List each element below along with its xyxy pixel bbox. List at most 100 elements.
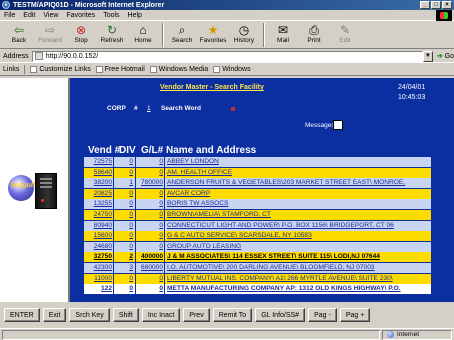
include-inactive-button[interactable]: Inc Inact xyxy=(141,308,181,322)
vend-cell[interactable]: 38200 xyxy=(84,178,113,189)
menu-tools[interactable]: Tools xyxy=(103,12,119,19)
link-windows-media[interactable]: Windows Media xyxy=(149,66,208,73)
gl-cell[interactable]: 680000 xyxy=(136,262,164,273)
name-cell[interactable]: METTA MANUFACTURING COMPANY AP: 1312 OLD… xyxy=(165,284,431,295)
page-up-button[interactable]: Pag - xyxy=(308,308,337,322)
div-cell[interactable]: 0 xyxy=(114,188,135,199)
gl-info-button[interactable]: GL Info/SS# xyxy=(255,308,306,322)
link-windows[interactable]: Windows xyxy=(213,66,251,73)
exit-button[interactable]: Exit xyxy=(42,308,67,322)
messages-checkbox[interactable] xyxy=(333,120,343,130)
remit-to-button[interactable]: Remit To xyxy=(212,308,253,322)
name-cell[interactable]: G & C AUTO SERVICE\ SCARSDALE, NY 10583 xyxy=(165,231,431,242)
name-cell[interactable]: ANDERSON FRUITS & VEGETABLES\203 MARKET … xyxy=(165,178,431,189)
name-cell[interactable]: LIBERTY MUTUAL INS. COMPANY\ A1\ 266 MYR… xyxy=(165,273,431,284)
edit-button[interactable]: ✎ Edit xyxy=(330,23,360,44)
name-cell[interactable]: I.O. AUTOMOTIVE\ 200 DARLING AVENUE\ BLO… xyxy=(165,262,431,273)
menu-file[interactable]: File xyxy=(4,12,15,19)
search-button[interactable]: ⌕ Search xyxy=(167,23,197,44)
div-cell[interactable]: 0 xyxy=(114,167,135,178)
vend-cell[interactable]: 13255 xyxy=(84,199,113,210)
vend-cell[interactable]: 42300 xyxy=(84,262,113,273)
vend-cell[interactable]: 122 xyxy=(84,284,113,295)
table-row[interactable]: 24680 0 0 GROUP AUTO LEASING xyxy=(84,241,432,253)
div-cell[interactable]: 3 xyxy=(114,262,135,273)
link-hotmail[interactable]: Free Hotmail xyxy=(95,66,145,73)
mail-button[interactable]: ✉ Mail xyxy=(268,23,298,44)
address-input[interactable]: http://90.0.0.152/ xyxy=(31,50,423,62)
table-row[interactable]: 32750 2 400000 J & M ASSOCIATES\ 114 ESSEX … xyxy=(84,252,432,263)
table-row[interactable]: 20825 0 0 AVCAR CORP xyxy=(84,188,432,200)
vend-cell[interactable]: 15600 xyxy=(84,231,113,242)
menu-help[interactable]: Help xyxy=(128,12,142,19)
gl-cell[interactable]: 0 xyxy=(136,284,164,295)
div-cell[interactable]: 0 xyxy=(114,231,135,242)
menu-favorites[interactable]: Favorites xyxy=(66,12,95,19)
vend-cell[interactable]: 58640 xyxy=(84,167,113,178)
div-cell[interactable]: 0 xyxy=(114,284,135,295)
gl-cell[interactable]: 0 xyxy=(136,220,164,231)
corp-value[interactable]: 1 xyxy=(147,105,151,112)
refresh-button[interactable]: ↻ Refresh xyxy=(97,23,127,44)
home-button[interactable]: ⌂ Home xyxy=(128,23,158,44)
go-button[interactable]: ➔ Go xyxy=(437,52,454,61)
name-cell[interactable]: AVCAR CORP xyxy=(165,188,431,199)
name-cell[interactable]: BORIS TW ASSOCS xyxy=(165,199,431,210)
menu-view[interactable]: View xyxy=(43,12,58,19)
div-cell[interactable]: 0 xyxy=(114,209,135,220)
table-row[interactable]: 15600 0 0 G & C AUTO SERVICE\ SCARSDALE, NY… xyxy=(84,231,432,242)
div-cell[interactable]: 0 xyxy=(114,157,135,167)
table-row[interactable]: 58640 0 0 AM. HEALTH OFFICE xyxy=(84,167,432,179)
close-button[interactable]: × xyxy=(442,1,452,9)
vend-cell[interactable]: 20825 xyxy=(84,188,113,199)
vend-cell[interactable]: 24750 xyxy=(84,209,113,220)
vend-cell[interactable]: 24680 xyxy=(84,241,113,252)
search-key-button[interactable]: Srch Key xyxy=(69,308,110,322)
gl-cell[interactable]: 0 xyxy=(136,209,164,220)
search-word-input[interactable] xyxy=(231,107,235,111)
forward-button[interactable]: ⇨ Forward xyxy=(35,23,65,44)
gl-cell[interactable]: 0 xyxy=(136,199,164,210)
enter-button[interactable]: ENTER xyxy=(4,308,40,322)
minimize-button[interactable]: _ xyxy=(420,1,430,9)
name-cell[interactable]: AM. HEALTH OFFICE xyxy=(165,167,431,178)
name-cell[interactable]: GROUP AUTO LEASING xyxy=(165,241,431,252)
gl-cell[interactable]: 0 xyxy=(136,188,164,199)
history-button[interactable]: ◷ History xyxy=(229,23,259,44)
div-cell[interactable]: 0 xyxy=(114,220,135,231)
print-button[interactable]: ⎙ Print xyxy=(299,23,329,44)
back-button[interactable]: ⇦ Back xyxy=(4,23,34,44)
div-cell[interactable]: 1 xyxy=(114,178,135,189)
prev-button[interactable]: Prev xyxy=(183,308,210,322)
name-cell[interactable]: J & M ASSOCIATES\ 114 ESSEX STREET\ SUIT… xyxy=(165,252,431,263)
vend-cell[interactable]: 72575 xyxy=(84,157,113,167)
gl-cell[interactable]: 0 xyxy=(136,167,164,178)
link-customize[interactable]: Customize Links xyxy=(30,66,91,73)
name-cell[interactable]: CONNECTICUT LIGHT AND POWER\ P.O. BOX 11… xyxy=(165,220,431,231)
name-cell[interactable]: ABBEY LONDON xyxy=(165,157,431,167)
menu-edit[interactable]: Edit xyxy=(23,12,35,19)
vend-cell[interactable]: 80940 xyxy=(84,220,113,231)
div-cell[interactable]: 2 xyxy=(114,252,135,263)
div-cell[interactable]: 0 xyxy=(114,273,135,284)
table-row[interactable]: 72575 0 0 ABBEY LONDON xyxy=(84,157,432,168)
address-dropdown-button[interactable]: ▼ xyxy=(422,50,433,62)
vend-cell[interactable]: 32750 xyxy=(84,252,113,263)
div-cell[interactable]: 0 xyxy=(114,199,135,210)
vend-cell[interactable]: 11000 xyxy=(84,273,113,284)
table-row[interactable]: 122 0 0 METTA MANUFACTURING COMPANY AP: 131… xyxy=(84,284,432,295)
div-cell[interactable]: 0 xyxy=(114,241,135,252)
table-row[interactable]: 38200 1 780000 ANDERSON FRUITS & VEGETABLES… xyxy=(84,178,432,189)
stop-button[interactable]: ⊗ Stop xyxy=(66,23,96,44)
gl-cell[interactable]: 0 xyxy=(136,273,164,284)
gl-cell[interactable]: 400000 xyxy=(136,252,164,263)
page-down-button[interactable]: Pag + xyxy=(339,308,371,322)
gl-cell[interactable]: 0 xyxy=(136,157,164,167)
table-row[interactable]: 11000 0 0 LIBERTY MUTUAL INS. COMPANY\ A1\ … xyxy=(84,273,432,285)
shift-button[interactable]: Shift xyxy=(112,308,139,322)
table-row[interactable]: 42300 3 680000 I.O. AUTOMOTIVE\ 200 DARLING… xyxy=(84,262,432,274)
maximize-button[interactable]: □ xyxy=(431,1,441,9)
table-row[interactable]: 13255 0 0 BORIS TW ASSOCS xyxy=(84,199,432,210)
favorites-button[interactable]: ★ Favorites xyxy=(198,23,228,44)
table-row[interactable]: 24750 0 0 BROWN\AMELIA\ STAMFORD, CT xyxy=(84,209,432,221)
